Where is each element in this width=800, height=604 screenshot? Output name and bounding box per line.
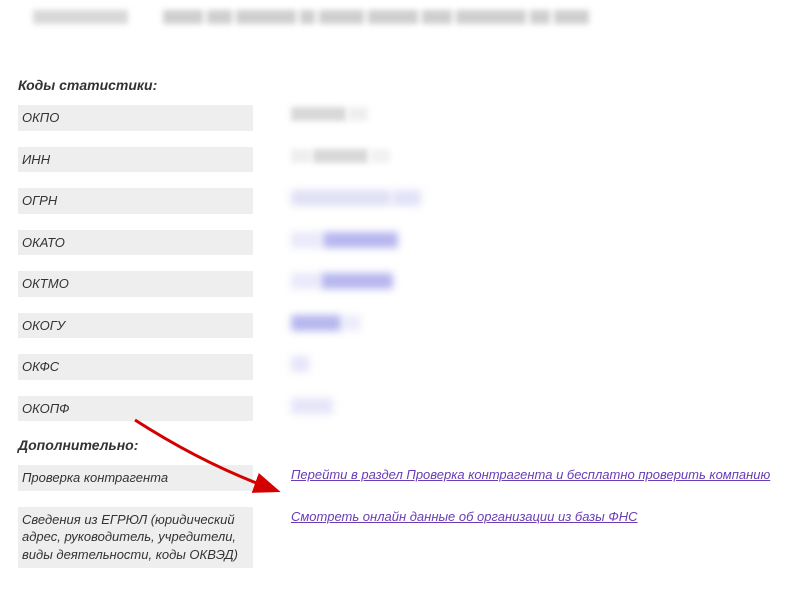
link-check-contragent[interactable]: Перейти в раздел Проверка контрагента и … — [291, 467, 770, 482]
value-okfs — [291, 354, 782, 375]
label-egrul: Сведения из ЕГРЮЛ (юридический адрес, ру… — [18, 507, 253, 568]
value-inn — [291, 147, 782, 166]
header-blur-row — [18, 10, 782, 27]
label-okopf: ОКОПФ — [18, 396, 253, 422]
row-okato: ОКАТО — [18, 230, 782, 256]
label-check-contragent: Проверка контрагента — [18, 465, 253, 491]
value-okpo — [291, 105, 782, 124]
label-ogrn: ОГРН — [18, 188, 253, 214]
value-oktmo — [291, 271, 782, 292]
label-okpo: ОКПО — [18, 105, 253, 131]
row-inn: ИНН — [18, 147, 782, 173]
row-ogrn: ОГРН — [18, 188, 782, 214]
row-okpo: ОКПО — [18, 105, 782, 131]
value-okopf — [291, 396, 782, 417]
stats-section-title: Коды статистики: — [18, 77, 782, 93]
row-okogu: ОКОГУ — [18, 313, 782, 339]
value-okato — [291, 230, 782, 251]
row-egrul: Сведения из ЕГРЮЛ (юридический адрес, ру… — [18, 507, 782, 568]
row-check-contragent: Проверка контрагента Перейти в раздел Пр… — [18, 465, 782, 491]
extra-section-title: Дополнительно: — [18, 437, 782, 453]
label-okato: ОКАТО — [18, 230, 253, 256]
row-okopf: ОКОПФ — [18, 396, 782, 422]
label-okfs: ОКФС — [18, 354, 253, 380]
link-egrul[interactable]: Смотреть онлайн данные об организации из… — [291, 509, 637, 524]
row-oktmo: ОКТМО — [18, 271, 782, 297]
value-ogrn — [291, 188, 782, 209]
label-oktmo: ОКТМО — [18, 271, 253, 297]
label-inn: ИНН — [18, 147, 253, 173]
value-okogu — [291, 313, 782, 334]
label-okogu: ОКОГУ — [18, 313, 253, 339]
row-okfs: ОКФС — [18, 354, 782, 380]
